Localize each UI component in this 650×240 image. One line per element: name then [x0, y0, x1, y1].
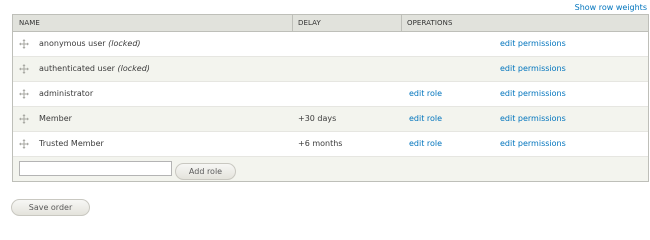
drag-handle-icon[interactable]	[19, 39, 29, 49]
table-row: Member +30 days edit role edit permissions	[13, 107, 648, 132]
edit-permissions-link[interactable]: edit permissions	[500, 107, 566, 131]
table-row: authenticated user (locked) edit permissi…	[13, 57, 648, 82]
table-row: Trusted Member +6 months edit role edit per…	[13, 132, 648, 157]
role-name: authenticated user (locked)	[39, 64, 150, 73]
edit-role-link[interactable]: edit role	[409, 132, 442, 156]
edit-permissions-link[interactable]: edit permissions	[500, 57, 566, 81]
table-row: anonymous user (locked) edit permissions	[13, 32, 648, 57]
table-header: NAME DELAY OPERATIONS	[13, 15, 648, 32]
role-name: Member	[39, 114, 72, 123]
drag-handle-icon[interactable]	[19, 114, 29, 124]
role-delay: +30 days	[298, 114, 337, 123]
edit-permissions-link[interactable]: edit permissions	[500, 32, 566, 56]
roles-table: NAME DELAY OPERATIONS anonymous user (lo…	[12, 14, 649, 182]
drag-handle-icon[interactable]	[19, 139, 29, 149]
drag-handle-icon[interactable]	[19, 64, 29, 74]
locked-label: (locked)	[108, 39, 141, 48]
role-name: Trusted Member	[39, 139, 104, 148]
drag-handle-icon[interactable]	[19, 89, 29, 99]
locked-label: (locked)	[117, 64, 150, 73]
header-name: NAME	[19, 19, 40, 27]
role-name: administrator	[39, 89, 94, 98]
table-row: administrator edit role edit permissions	[13, 82, 648, 107]
new-role-name-input[interactable]	[19, 161, 172, 176]
edit-permissions-link[interactable]: edit permissions	[500, 132, 566, 156]
add-role-row: Add role	[13, 157, 648, 181]
role-delay: +6 months	[298, 139, 343, 148]
header-operations: OPERATIONS	[401, 15, 453, 31]
add-role-button[interactable]: Add role	[175, 163, 236, 180]
role-name: anonymous user (locked)	[39, 39, 141, 48]
show-row-weights-link[interactable]: Show row weights	[575, 3, 647, 12]
edit-role-link[interactable]: edit role	[409, 82, 442, 106]
edit-permissions-link[interactable]: edit permissions	[500, 82, 566, 106]
edit-role-link[interactable]: edit role	[409, 107, 442, 131]
save-order-button[interactable]: Save order	[11, 199, 90, 216]
header-delay: DELAY	[292, 15, 321, 31]
